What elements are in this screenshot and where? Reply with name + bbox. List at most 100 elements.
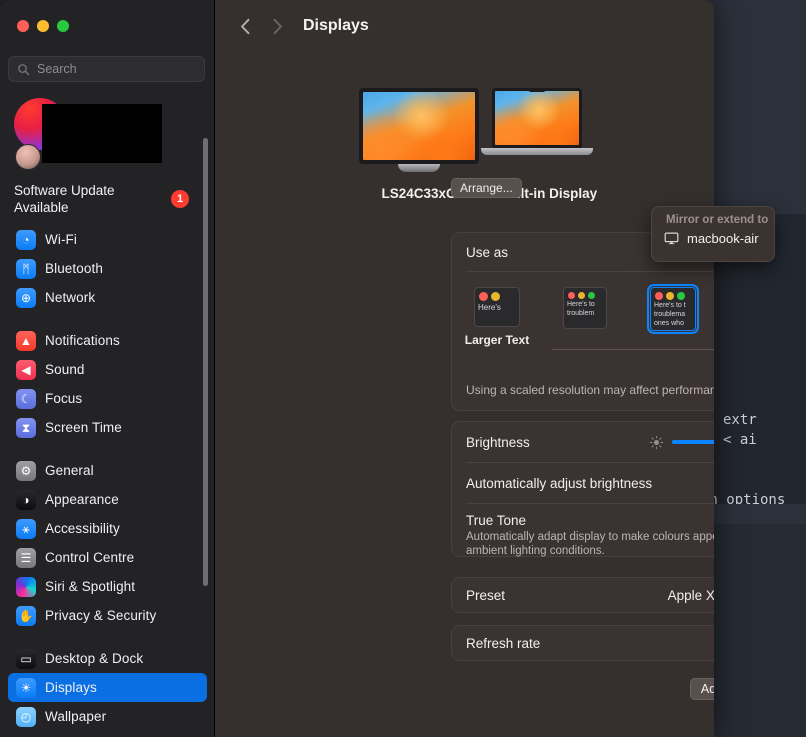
refresh-rate-row[interactable]: Refresh rate ProMotion [452,626,714,660]
close-button[interactable] [17,20,29,32]
mirror-extend-popover: Mirror or extend to macbook-air [651,206,775,262]
sidebar-item-label: Network [45,290,96,305]
resolution-thumbnail[interactable]: Here's to troublem [563,287,607,329]
display-thumbnail-builtin[interactable]: Built-in Display [481,88,604,201]
thumbnail-text: Here's to troublem [567,301,595,317]
sun-low-icon [649,435,664,449]
resolution-options: Here's Larger Text Here's to troublem Here'… [452,279,714,379]
resolution-connector-line [552,349,714,350]
sidebar-item-bluetooth[interactable]: ᛗ Bluetooth [8,254,207,283]
sidebar-item-label: Accessibility [45,521,120,536]
accessibility-icon: ⚹ [16,518,36,539]
account-row[interactable] [10,94,205,170]
brightness-slider-group[interactable] [649,435,714,450]
popover-header: Mirror or extend to [666,214,769,226]
use-as-note: Using a scaled resolution may affect per… [466,383,714,397]
bluetooth-icon: ᛗ [16,258,36,279]
sidebar-group: ⚙ General ◑ Appearance ⚹ Accessibility ☰ Contro… [0,456,214,630]
preset-value: Apple XDR Display (P3-1600 nits) [667,587,714,603]
popover-pointer [536,199,556,208]
sidebar: Search Software Update Available 1 ◔ Wi-F… [0,0,215,737]
display-thumbnail-external[interactable]: LS24C33xG [359,88,479,201]
network-icon: ⊕ [16,287,36,308]
sidebar-item-displays[interactable]: ☀ Displays [8,673,207,702]
speaker-icon: ◀ [16,359,36,380]
back-button[interactable] [231,12,259,40]
display-icon [664,232,679,245]
popover-item-label: macbook-air [687,231,759,246]
brightness-row: Brightness [452,422,714,462]
resolution-option[interactable]: Here's to t troublema ones who [630,284,714,334]
preset-label: Preset [466,587,506,603]
preset-row[interactable]: Preset Apple XDR Display (P3-1600 nits) [452,578,714,612]
thumbnail-traffic-lights [651,288,695,302]
moon-icon: ☾ [16,388,36,409]
sidebar-item-network[interactable]: ⊕ Network [8,283,207,312]
sidebar-item-label: Wallpaper [45,709,107,724]
sidebar-nav: ◔ Wi-Fi ᛗ Bluetooth ⊕ Network ▲ Notifications ◀ S… [0,225,214,731]
true-tone-row: True Tone Automatically adapt display to… [452,504,714,568]
sidebar-item-notifications[interactable]: ▲ Notifications [8,326,207,355]
redaction-overlay [42,104,162,163]
brightness-slider[interactable] [672,440,714,444]
thumbnail-dot [588,292,595,299]
wallpaper-icon: ◴ [16,706,36,727]
footer-buttons: Advanced... Night Shift... ? [451,678,714,700]
sidebar-item-general[interactable]: ⚙ General [8,456,207,485]
sidebar-item-sound[interactable]: ◀ Sound [8,355,207,384]
thumbnail-dot [578,292,585,299]
resolution-thumbnail[interactable]: Here's [474,287,520,327]
sidebar-item-siri-spotlight[interactable]: Siri & Spotlight [8,572,207,601]
arrange-button[interactable]: Arrange... [451,178,522,198]
sidebar-item-desktop-dock[interactable]: ▭ Desktop & Dock [8,644,207,673]
true-tone-label: True Tone [466,513,527,528]
search-icon [18,63,30,75]
resolution-thumbnail[interactable]: Here's to t troublema ones who [647,284,699,334]
sidebar-item-label: Notifications [45,333,120,348]
resolution-caption: Larger Text [464,333,530,347]
sidebar-item-accessibility[interactable]: ⚹ Accessibility [8,514,207,543]
control-centre-icon: ☰ [16,547,36,568]
sidebar-item-label: Screen Time [45,420,122,435]
preset-card: Preset Apple XDR Display (P3-1600 nits) [451,577,714,613]
resolution-option[interactable]: Here's Larger Text [454,287,540,347]
thumbnail-text: Here's [478,303,501,312]
laptop-bezel [492,88,582,148]
hand-icon: ✋ [16,605,36,626]
sidebar-item-wi-fi[interactable]: ◔ Wi-Fi [8,225,207,254]
sidebar-item-control-centre[interactable]: ☰ Control Centre [8,543,207,572]
sidebar-scrollbar[interactable] [203,138,208,586]
chevron-left-icon [240,18,249,34]
gear-icon: ⚙ [16,460,36,481]
desktop-dock-icon: ▭ [16,648,36,669]
preset-popup-button[interactable]: Apple XDR Display (P3-1600 nits) [668,586,714,605]
sidebar-item-label: Wi-Fi [45,232,77,247]
search-input[interactable]: Search [8,56,205,82]
forward-button[interactable] [263,12,291,40]
sidebar-item-appearance[interactable]: ◑ Appearance [8,485,207,514]
software-update-row[interactable]: Software Update Available 1 [14,182,204,216]
page-title: Displays [303,17,369,34]
sidebar-item-focus[interactable]: ☾ Focus [8,384,207,413]
true-tone-text: True Tone Automatically adapt display to… [466,513,714,558]
advanced-button[interactable]: Advanced... [689,678,714,700]
popover-item-macbook-air[interactable]: macbook-air [652,226,774,246]
minimize-button[interactable] [37,20,49,32]
sidebar-item-screen-time[interactable]: ⧗ Screen Time [8,413,207,442]
sidebar-item-label: Control Centre [45,550,135,565]
window-traffic-lights [17,20,69,32]
sidebar-item-privacy-security[interactable]: ✋ Privacy & Security [8,601,207,630]
sidebar-item-label: Appearance [45,492,119,507]
monitor-bezel [359,88,479,164]
sidebar-item-label: General [45,463,94,478]
maximize-button[interactable] [57,20,69,32]
sidebar-item-label: Privacy & Security [45,608,157,623]
refresh-rate-card: Refresh rate ProMotion [451,625,714,661]
resolution-option[interactable]: Here's to troublem [542,287,628,329]
thumbnail-traffic-lights [475,288,519,303]
sidebar-item-wallpaper[interactable]: ◴ Wallpaper [8,702,207,731]
software-update-label: Software Update Available [14,183,115,215]
avatar-secondary [15,144,41,170]
